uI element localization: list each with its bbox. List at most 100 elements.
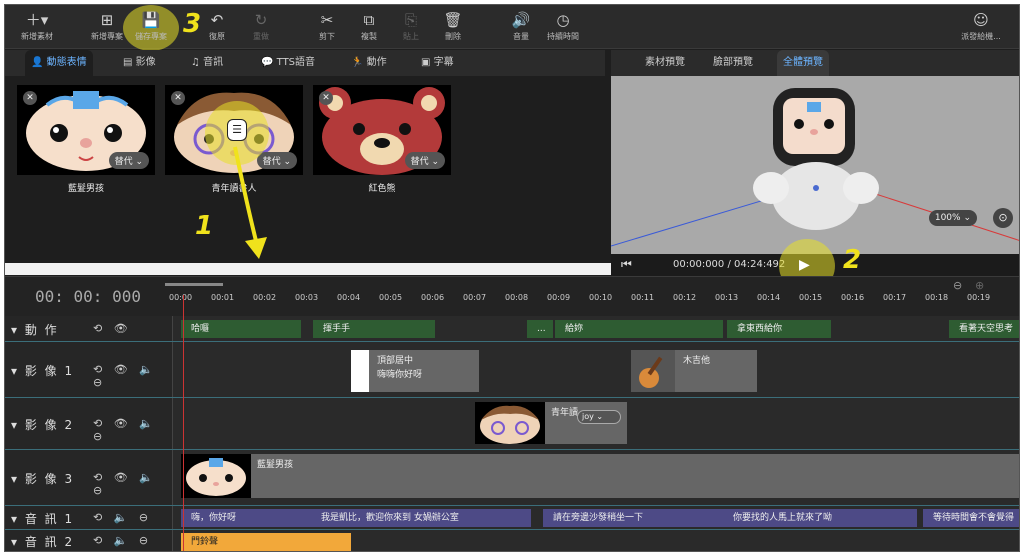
blue-hair-boy-thumb	[181, 454, 251, 498]
tick-label: 00:10	[589, 293, 613, 302]
play-button[interactable]: ▶	[799, 257, 810, 273]
tick-label: 00:04	[337, 293, 361, 302]
track-controls[interactable]: ⟲ 🔈 ⊖	[93, 511, 152, 524]
timeline-clip[interactable]: 嗨，你好呀 我是凱比，歡迎你來到 女媧辦公室	[181, 509, 531, 527]
timeline-clip[interactable]: 揮手手	[313, 320, 435, 338]
skip-to-start-icon[interactable]: ⏮	[621, 257, 632, 272]
tick-label: 00:06	[421, 293, 445, 302]
tab-image[interactable]: ▤ 影像	[117, 50, 162, 76]
timeline-clip[interactable]: 木吉他	[631, 350, 757, 392]
tab-full-preview[interactable]: 全體預覽	[777, 50, 829, 76]
timeline-clip[interactable]: 頂部居中 嗨嗨你好呀	[351, 350, 479, 392]
zoom-in-icon[interactable]: ⊕	[975, 279, 984, 292]
tick-label: 00:08	[505, 293, 529, 302]
timeline-timecode: 00: 00: 000	[35, 287, 141, 306]
chevron-down-icon: ⌄	[431, 157, 439, 167]
redo-button[interactable]: ↻ 重做	[233, 11, 289, 42]
asset-card-blue-hair-boy[interactable]: ✕ 替代 ⌄ 藍髮男孩	[17, 85, 155, 194]
playhead[interactable]	[183, 295, 184, 551]
callout-2: 2	[843, 245, 862, 275]
duration-button[interactable]: ◷ 持續時間	[535, 11, 591, 42]
tick-label: 00:03	[295, 293, 319, 302]
track-image-2: ▾ 影 像 2 ⟲ 👁 🔈 ⊖ 青年讀 joy ⌄	[5, 398, 1019, 450]
add-asset-button[interactable]: ＋▾ 新增素材	[9, 11, 65, 42]
track-label: ▾ 音 訊 2	[11, 535, 75, 549]
zoom-out-icon[interactable]: ⊖	[953, 279, 962, 292]
track-label: ▾ 影 像 3	[11, 472, 75, 486]
tab-expressions[interactable]: 👤 動態表情	[25, 50, 93, 76]
film-icon: ▤	[123, 57, 136, 68]
timeline-clip[interactable]: 看著天空思考	[949, 320, 1019, 338]
tick-label: 00:16	[841, 293, 865, 302]
remove-icon[interactable]: ✕	[319, 91, 333, 105]
playback-time: 00:00:000 / 04:24:492	[673, 259, 786, 270]
replace-dropdown[interactable]: 替代 ⌄	[108, 152, 149, 169]
drag-arrow-icon	[233, 146, 267, 259]
tab-subtitles[interactable]: ▣ 字幕	[415, 50, 460, 76]
hand-cursor-icon: ☰	[227, 119, 247, 141]
plus-icon: ＋▾	[25, 11, 49, 29]
preview-canvas: 100% ⌄ ⊙	[611, 76, 1019, 254]
tick-label: 00:05	[379, 293, 403, 302]
remove-icon[interactable]: ✕	[23, 91, 37, 105]
robot-dispatch-icon: ☺	[973, 11, 989, 29]
track-audio-1: ▾ 音 訊 1 ⟲ 🔈 ⊖ 嗨，你好呀 我是凱比，歡迎你來到 女媧辦公室 請在旁…	[5, 506, 1019, 530]
replace-dropdown[interactable]: 替代 ⌄	[404, 152, 445, 169]
track-controls[interactable]: ⟲ 👁	[93, 322, 132, 335]
tick-label: 00:02	[253, 293, 277, 302]
tick-label: 00:17	[883, 293, 907, 302]
tab-tts[interactable]: 💬 TTS語音	[255, 50, 321, 76]
document-icon	[351, 350, 369, 392]
chevron-down-icon: ⌄	[135, 157, 143, 167]
timeline-clip[interactable]: 拿東西給你	[727, 320, 831, 338]
zoom-dropdown[interactable]: 100% ⌄	[928, 210, 977, 226]
tab-motion[interactable]: 🏃 動作	[345, 50, 393, 76]
timeline-header: 00: 00: 000 ⊖ ⊕ 00:00 00:01 00:02 00:03 …	[5, 276, 1019, 316]
robot-preview-image	[611, 88, 1019, 247]
expression-dropdown[interactable]: joy ⌄	[577, 410, 621, 424]
track-image-1: ▾ 影 像 1 ⟲ 👁 🔈 ⊖ 頂部居中 嗨嗨你好呀 木吉他	[5, 342, 1019, 398]
timeline-clip[interactable]: 青年讀 joy ⌄	[475, 402, 627, 444]
track-label: ▾ 動 作	[11, 323, 59, 337]
timeline-clip[interactable]: 哈囉	[181, 320, 301, 338]
track-controls[interactable]: ⟲ 👁 🔈 ⊖	[93, 471, 172, 497]
asset-tabs: 👤 動態表情 ▤ 影像 ♫ 音訊 💬 TTS語音 🏃 動作 ▣ 字幕	[5, 50, 605, 76]
timeline-clip[interactable]: ...	[527, 320, 553, 338]
tick-label: 00:01	[211, 293, 235, 302]
timeline-clip[interactable]: 門鈴聲	[181, 533, 351, 551]
track-label: ▾ 影 像 1	[11, 364, 75, 378]
remove-icon[interactable]: ✕	[171, 91, 185, 105]
timeline-clip[interactable]: 請在旁邊沙發稍坐一下 你要找的人馬上就來了呦	[543, 509, 917, 527]
tick-label: 00:12	[673, 293, 697, 302]
track-controls[interactable]: ⟲ 👁 🔈 ⊖	[93, 363, 172, 389]
timeline-clip[interactable]: 藍髮男孩	[181, 454, 1019, 498]
person-icon: 👤	[31, 57, 47, 68]
tab-asset-preview[interactable]: 素材預覽	[639, 50, 691, 76]
track-audio-2: ▾ 音 訊 2 ⟲ 🔈 ⊖ 門鈴聲	[5, 530, 1019, 551]
tab-audio[interactable]: ♫ 音訊	[185, 50, 229, 76]
timeline-scroll-thumb[interactable]	[165, 283, 223, 286]
subtitle-icon: ▣	[421, 57, 434, 68]
tab-face-preview[interactable]: 臉部預覽	[707, 50, 759, 76]
delete-button[interactable]: 🗑 刪除	[425, 11, 481, 42]
track-controls[interactable]: ⟲ 👁 🔈 ⊖	[93, 417, 172, 443]
track-label: ▾ 影 像 2	[11, 418, 75, 432]
tick-label: 00:07	[463, 293, 487, 302]
tick-label: 00:19	[967, 293, 991, 302]
timeline-clip[interactable]: 給妳	[555, 320, 723, 338]
chevron-down-icon: ⌄	[283, 157, 291, 167]
tick-label: 00:18	[925, 293, 949, 302]
save-project-button[interactable]: 💾 儲存專案	[123, 11, 179, 42]
tick-label: 00:00	[169, 293, 193, 302]
preview-tabs: 素材預覽 臉部預覽 全體預覽	[611, 50, 1019, 76]
asset-panel-divider	[5, 263, 611, 275]
dispatch-to-robot-button[interactable]: ☺ 派發給機...	[953, 11, 1009, 42]
timeline-clip[interactable]: 等待時間會不會覺得	[923, 509, 1019, 527]
young-scholar-thumb	[475, 402, 545, 444]
recenter-icon[interactable]: ⊙	[993, 208, 1013, 228]
tick-label: 00:14	[757, 293, 781, 302]
asset-card-red-bear[interactable]: ✕ 替代 ⌄ 紅色熊	[313, 85, 451, 194]
track-controls[interactable]: ⟲ 🔈 ⊖	[93, 534, 152, 547]
track-image-3: ▾ 影 像 3 ⟲ 👁 🔈 ⊖ 藍髮男孩	[5, 450, 1019, 506]
track-motion: ▾ 動 作 ⟲ 👁 哈囉 揮手手 ... 給妳 拿東西給你 看著天空思考	[5, 316, 1019, 342]
